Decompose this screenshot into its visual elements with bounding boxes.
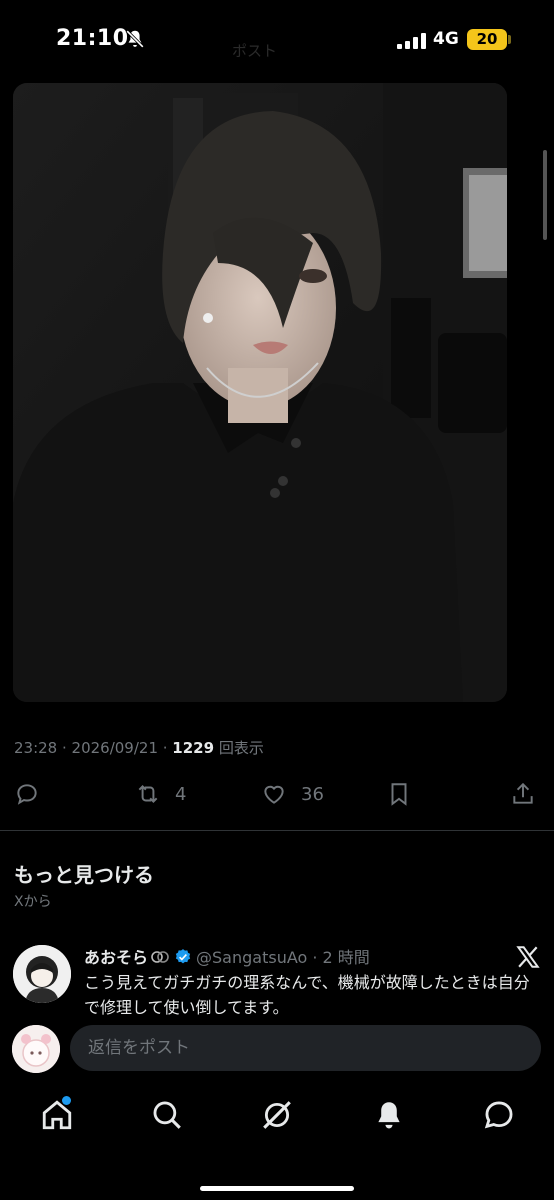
suggested-avatar[interactable] xyxy=(13,945,71,1003)
avatar-illustration xyxy=(13,945,71,1003)
search-icon xyxy=(153,1101,181,1129)
post-image[interactable] xyxy=(13,83,507,702)
post-meta: 23:28 · 2026/09/21 · 1229 回表示 xyxy=(14,737,264,758)
bookmark-button[interactable] xyxy=(386,777,412,811)
user-avatar[interactable] xyxy=(12,1025,60,1073)
post-photo xyxy=(13,83,507,702)
reply-icon xyxy=(17,784,37,805)
discover-subtitle: Xから xyxy=(14,894,52,910)
post-views-count: 1229 xyxy=(172,739,215,757)
heart-icon xyxy=(264,785,284,804)
repost-button[interactable]: 4 xyxy=(135,777,186,811)
status-bar: 21:10 ポスト 4G 20 xyxy=(0,0,554,82)
post-timestamp: 23:28 · 2026/09/21 · xyxy=(14,739,173,757)
suggested-name[interactable]: あおそら xyxy=(84,948,148,967)
post-actions: 4 36 xyxy=(0,777,554,811)
reply-bar: 返信をポスト xyxy=(0,1016,554,1082)
cellular-signal-icon xyxy=(397,33,426,49)
rings-emoji-icon xyxy=(151,951,169,963)
bell-off-icon xyxy=(125,29,145,49)
post-views-label: 回表示 xyxy=(214,739,264,757)
nav-messages[interactable] xyxy=(482,1098,516,1132)
suggested-handle[interactable]: @SangatsuAo xyxy=(196,948,307,967)
bottom-nav xyxy=(0,1084,554,1154)
verified-badge-icon xyxy=(175,949,191,964)
messages-icon xyxy=(484,1101,513,1129)
network-type: 4G xyxy=(433,29,459,49)
nav-grok[interactable] xyxy=(260,1098,294,1132)
battery-level: 20 xyxy=(467,29,507,50)
suggested-header: あおそら @SangatsuAo · 2 時間 xyxy=(84,944,370,968)
battery-tip xyxy=(508,35,511,44)
bookmark-icon xyxy=(391,783,407,806)
scrollbar[interactable] xyxy=(543,150,547,240)
status-time: 21:10 xyxy=(56,26,129,51)
like-button[interactable]: 36 xyxy=(261,777,324,811)
header-title-faded: ポスト xyxy=(232,42,278,60)
reply-input[interactable]: 返信をポスト xyxy=(70,1025,541,1071)
suggested-text[interactable]: こう見えてガチガチの理系なんで、機械が故障したときは自分で修理して使い倒してます… xyxy=(84,970,542,1020)
share-icon xyxy=(513,782,533,804)
user-avatar-illustration xyxy=(12,1025,60,1073)
share-button[interactable] xyxy=(510,777,536,811)
nav-notifications[interactable] xyxy=(372,1098,406,1132)
x-logo-icon xyxy=(516,946,540,968)
notifications-icon xyxy=(378,1102,400,1129)
like-count: 36 xyxy=(301,783,324,805)
nav-search[interactable] xyxy=(150,1098,184,1132)
discover-title: もっと見つける xyxy=(14,863,154,887)
home-indicator[interactable] xyxy=(200,1186,354,1191)
grok-icon xyxy=(263,1101,291,1129)
home-badge xyxy=(62,1096,71,1105)
suggested-time: · 2 時間 xyxy=(307,948,370,967)
repost-icon xyxy=(138,785,158,803)
nav-home[interactable] xyxy=(40,1096,74,1132)
repost-count: 4 xyxy=(175,783,187,805)
divider xyxy=(0,830,554,831)
reply-button[interactable] xyxy=(14,777,40,811)
